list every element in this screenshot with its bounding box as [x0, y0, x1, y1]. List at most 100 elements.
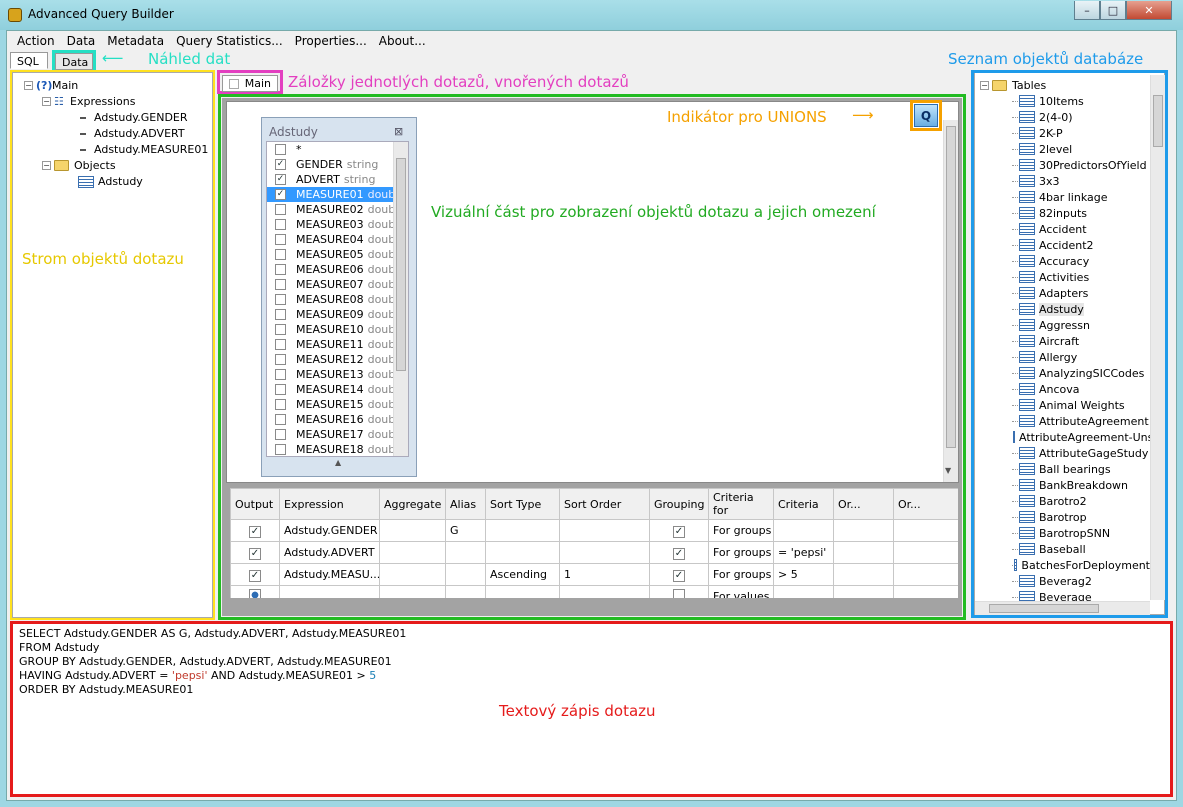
- grid-column-header[interactable]: Expression: [279, 488, 380, 520]
- close-button[interactable]: ✕: [1126, 1, 1172, 20]
- field-list-scrollbar[interactable]: [393, 142, 408, 456]
- menu-data[interactable]: Data: [61, 34, 102, 48]
- field-row[interactable]: MEASURE11 doub: [267, 337, 408, 352]
- tree-node-expression[interactable]: Adstudy.MEASURE01: [78, 143, 208, 156]
- field-row[interactable]: MEASURE09 doub: [267, 307, 408, 322]
- grid-cell-criteria-for[interactable]: For groups: [708, 519, 774, 542]
- grid-cell-sort-type[interactable]: Ascending: [485, 563, 560, 586]
- grid-cell-criteria-for[interactable]: For groups: [708, 563, 774, 586]
- grid-cell-or2[interactable]: [893, 541, 958, 564]
- menu-properties[interactable]: Properties...: [289, 34, 373, 48]
- field-row[interactable]: MEASURE18 doub: [267, 442, 408, 456]
- field-row[interactable]: MEASURE03 doub: [267, 217, 408, 232]
- field-checkbox[interactable]: [275, 369, 286, 380]
- field-row[interactable]: MEASURE02 doub: [267, 202, 408, 217]
- grouping-checkbox[interactable]: [673, 589, 685, 598]
- menu-action[interactable]: Action: [11, 34, 61, 48]
- grid-cell-criteria-for[interactable]: For values: [708, 585, 774, 598]
- grid-column-header[interactable]: Criteria for: [708, 488, 774, 520]
- grid-column-header[interactable]: Or...: [893, 488, 958, 520]
- grid-cell-aggregate[interactable]: [379, 585, 446, 598]
- grid-cell-sort-type[interactable]: [485, 585, 560, 598]
- tab-data[interactable]: Data: [55, 53, 93, 70]
- grouping-checkbox[interactable]: ✓: [673, 569, 685, 582]
- field-checkbox[interactable]: [275, 399, 286, 410]
- grid-column-header[interactable]: Criteria: [773, 488, 834, 520]
- grid-cell-grouping[interactable]: ✓: [649, 563, 709, 586]
- grid-cell-expression[interactable]: Adstudy.MEASU...: [279, 563, 380, 586]
- menu-about[interactable]: About...: [373, 34, 432, 48]
- scroll-more-icon[interactable]: ▲: [335, 458, 341, 467]
- grid-cell-sort-order[interactable]: [559, 519, 650, 542]
- field-checkbox[interactable]: [275, 144, 286, 155]
- output-checkbox[interactable]: [249, 589, 261, 598]
- field-checkbox[interactable]: [275, 234, 286, 245]
- tree-node-expression[interactable]: Adstudy.GENDER: [78, 111, 188, 124]
- grid-cell-or2[interactable]: [893, 563, 958, 586]
- grid-cell-alias[interactable]: [445, 541, 486, 564]
- field-checkbox[interactable]: [275, 384, 286, 395]
- field-checkbox[interactable]: [275, 429, 286, 440]
- grid-cell-expression[interactable]: Adstudy.GENDER: [279, 519, 380, 542]
- grid-cell-output[interactable]: ✓: [230, 519, 280, 542]
- field-row[interactable]: MEASURE05 doub: [267, 247, 408, 262]
- field-row[interactable]: MEASURE14 doub: [267, 382, 408, 397]
- field-checkbox[interactable]: [275, 219, 286, 230]
- field-row[interactable]: MEASURE15 doub: [267, 397, 408, 412]
- grid-cell-or1[interactable]: [833, 585, 894, 598]
- grouping-checkbox[interactable]: ✓: [673, 525, 685, 538]
- grid-cell-expression[interactable]: Adstudy.ADVERT: [279, 541, 380, 564]
- grid-row[interactable]: ✓ Adstudy.GENDER G ✓ For groups: [230, 519, 958, 542]
- field-row[interactable]: MEASURE10 doub: [267, 322, 408, 337]
- grid-cell-criteria[interactable]: [773, 519, 834, 542]
- field-list[interactable]: * ✓ GENDER string ✓ ADVERT string ✓ MEASURE01 dou…: [266, 141, 409, 457]
- field-checkbox[interactable]: [275, 444, 286, 455]
- grid-cell-or1[interactable]: [833, 541, 894, 564]
- grid-cell-expression[interactable]: [279, 585, 380, 598]
- field-checkbox[interactable]: [275, 414, 286, 425]
- grid-cell-alias[interactable]: G: [445, 519, 486, 542]
- collapse-icon[interactable]: −: [42, 161, 51, 170]
- field-checkbox[interactable]: [275, 324, 286, 335]
- menu-metadata[interactable]: Metadata: [101, 34, 170, 48]
- field-checkbox[interactable]: ✓: [275, 159, 286, 170]
- field-row[interactable]: MEASURE07 doub: [267, 277, 408, 292]
- tree-node-expressions[interactable]: − ☷ Expressions: [42, 95, 135, 108]
- grid-cell-aggregate[interactable]: [379, 519, 446, 542]
- field-row[interactable]: MEASURE04 doub: [267, 232, 408, 247]
- field-row[interactable]: MEASURE16 doub: [267, 412, 408, 427]
- grid-cell-output[interactable]: [230, 585, 280, 598]
- grid-column-header[interactable]: Alias: [445, 488, 486, 520]
- grid-cell-or2[interactable]: [893, 519, 958, 542]
- grid-cell-grouping[interactable]: ✓: [649, 541, 709, 564]
- tree-node-expression[interactable]: Adstudy.ADVERT: [78, 127, 185, 140]
- grid-cell-criteria[interactable]: [773, 585, 834, 598]
- field-row[interactable]: MEASURE08 doub: [267, 292, 408, 307]
- output-checkbox[interactable]: ✓: [249, 569, 261, 582]
- grid-cell-alias[interactable]: [445, 585, 486, 598]
- grid-cell-sort-order[interactable]: 1: [559, 563, 650, 586]
- grid-column-header[interactable]: Output: [230, 488, 280, 520]
- scroll-thumb[interactable]: [396, 158, 406, 371]
- grid-cell-aggregate[interactable]: [379, 563, 446, 586]
- grid-row[interactable]: For values: [230, 585, 958, 598]
- output-checkbox[interactable]: ✓: [249, 547, 261, 560]
- tree-node-main[interactable]: − (?) Main: [24, 79, 78, 92]
- union-button[interactable]: Q: [914, 104, 938, 127]
- field-row[interactable]: *: [267, 142, 408, 157]
- collapse-icon[interactable]: −: [24, 81, 33, 90]
- grid-cell-criteria-for[interactable]: For groups: [708, 541, 774, 564]
- field-row[interactable]: MEASURE12 doub: [267, 352, 408, 367]
- field-checkbox[interactable]: [275, 249, 286, 260]
- grid-cell-sort-order[interactable]: [559, 585, 650, 598]
- grid-column-header[interactable]: Sort Type: [485, 488, 560, 520]
- grid-cell-grouping[interactable]: ✓: [649, 519, 709, 542]
- tree-node-object[interactable]: Adstudy: [78, 175, 143, 188]
- collapse-icon[interactable]: −: [42, 97, 51, 106]
- grid-row[interactable]: ✓ Adstudy.ADVERT ✓ For groups = 'pepsi': [230, 541, 958, 564]
- field-checkbox[interactable]: [275, 279, 286, 290]
- grid-column-header[interactable]: Or...: [833, 488, 894, 520]
- tree-node-objects[interactable]: − Objects: [42, 159, 116, 172]
- grid-cell-aggregate[interactable]: [379, 541, 446, 564]
- grid-cell-output[interactable]: ✓: [230, 563, 280, 586]
